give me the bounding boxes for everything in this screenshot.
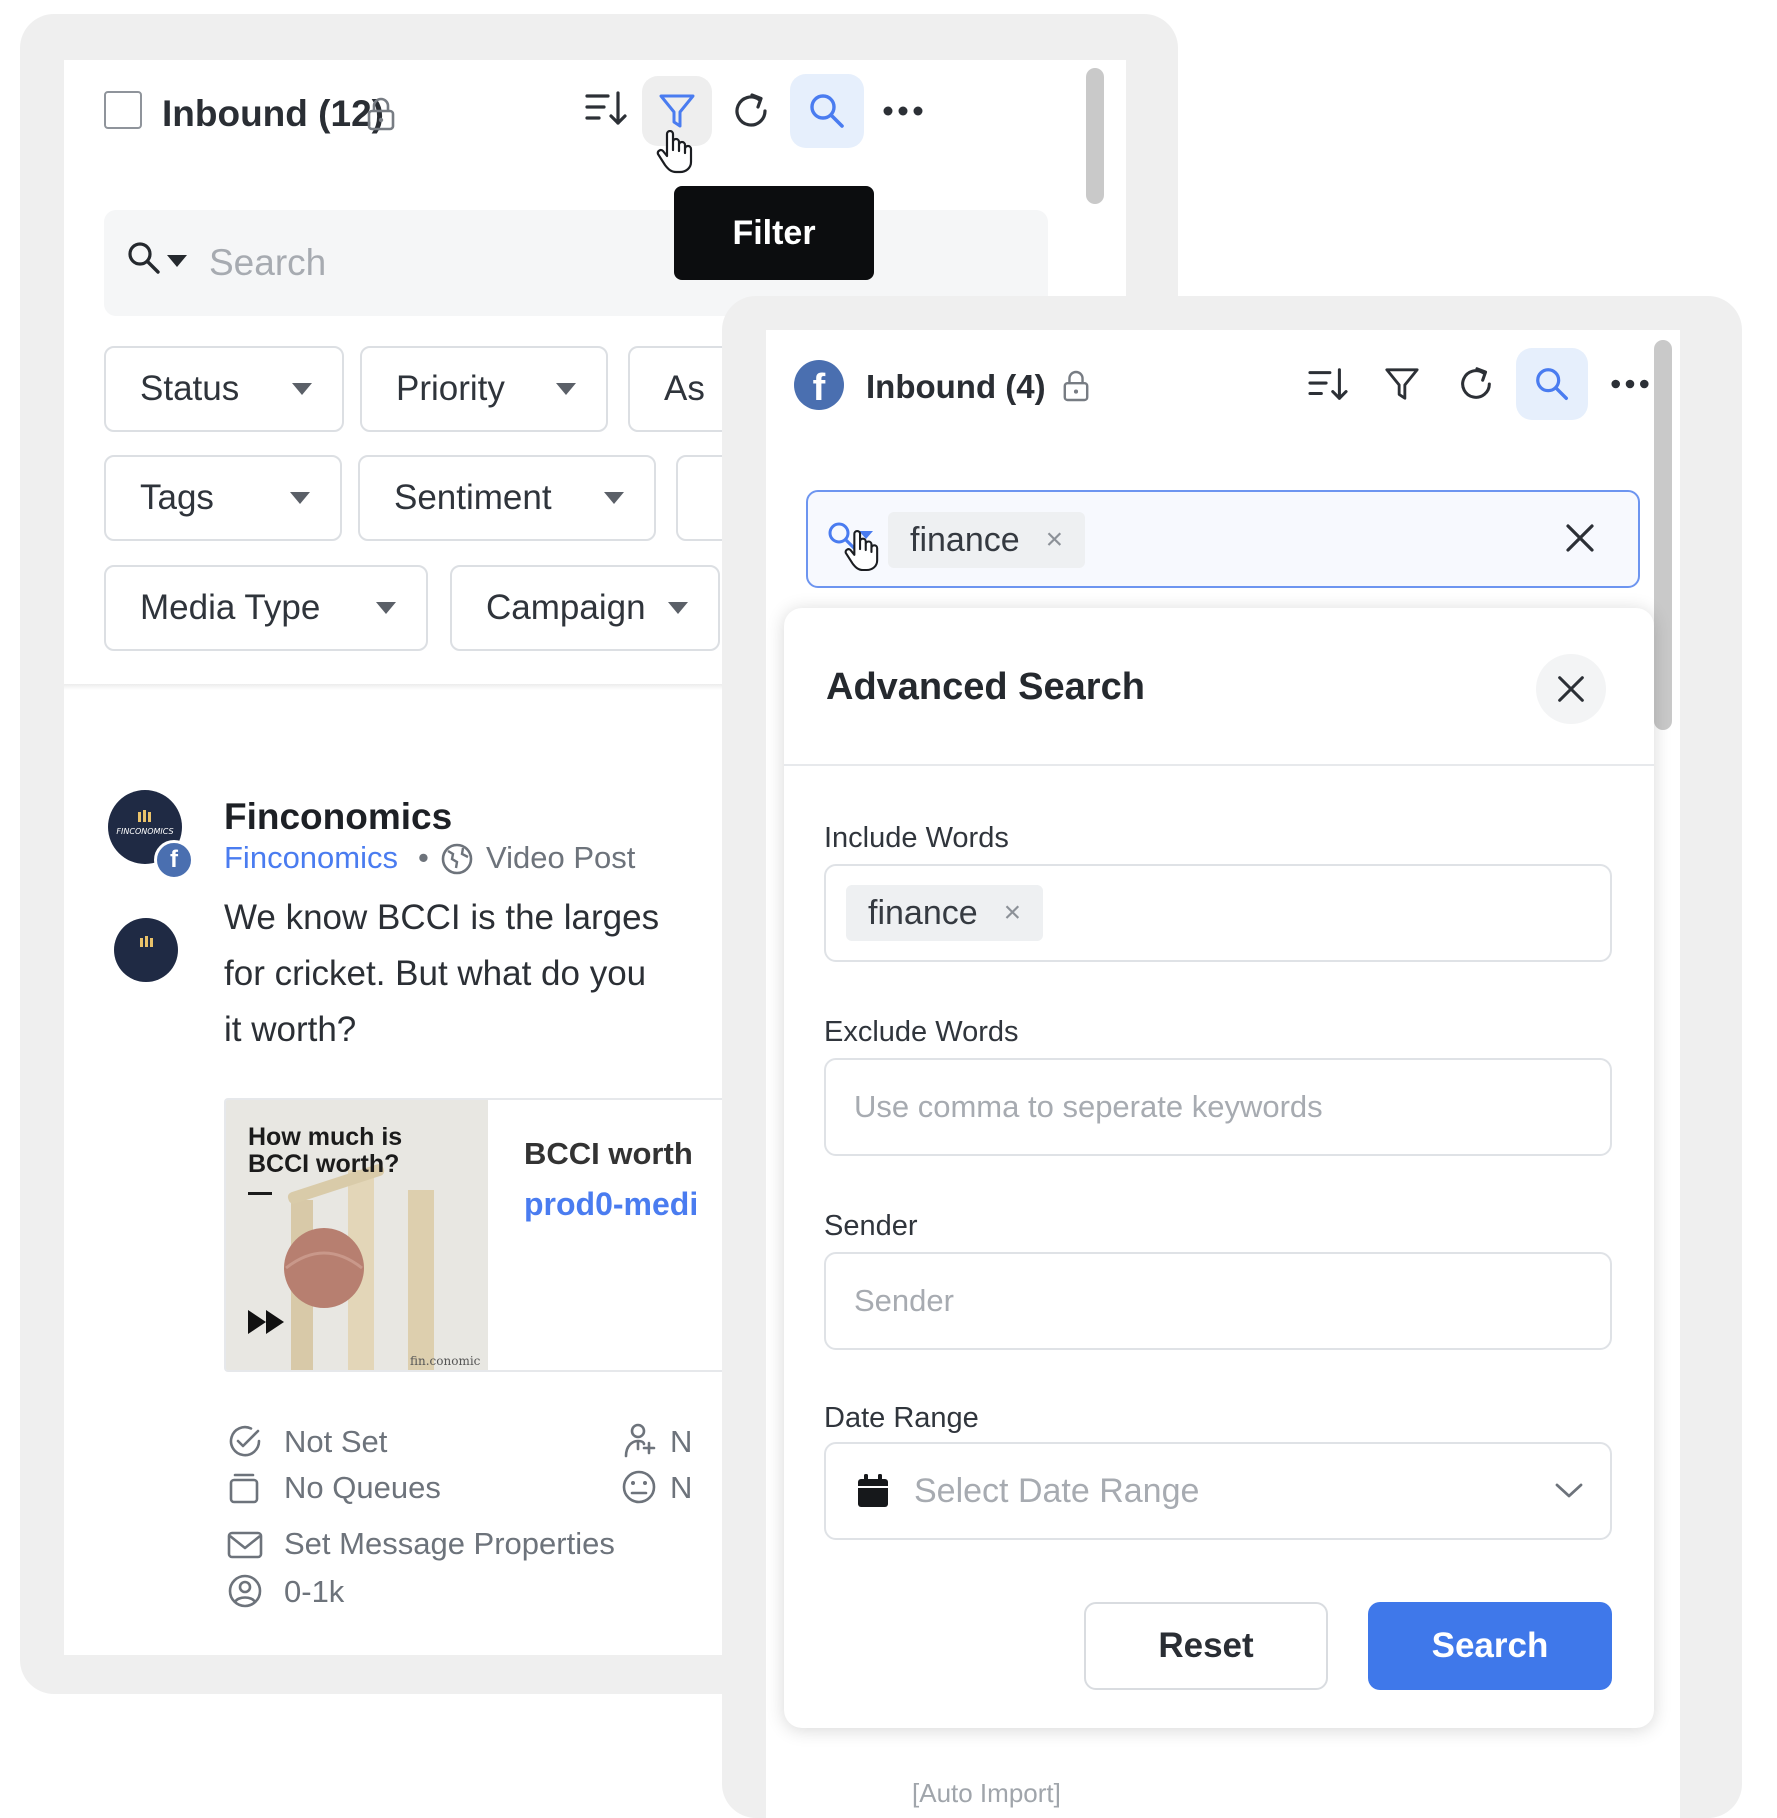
close-icon [1566, 524, 1594, 552]
select-all-checkbox[interactable] [104, 91, 142, 129]
more-icon [1611, 379, 1649, 389]
filter-chip-tags[interactable]: Tags [104, 455, 342, 541]
include-tag-finance[interactable]: finance × [846, 885, 1044, 941]
hand-cursor-icon [654, 130, 694, 174]
search-icon [126, 240, 162, 278]
followers-value: 0-1k [284, 1574, 345, 1609]
thumbnail-caption-dash [248, 1192, 272, 1195]
refresh-button[interactable] [716, 76, 786, 146]
search-button[interactable]: Search [1368, 1602, 1612, 1690]
exclude-words-input[interactable]: Use comma to seperate keywords [824, 1058, 1612, 1156]
message-properties-link[interactable]: Set Message Properties [284, 1526, 615, 1562]
link-url[interactable]: prod0-medi [524, 1186, 698, 1223]
facebook-channel-icon: f [794, 360, 844, 410]
filter-chip-priority[interactable]: Priority [360, 346, 608, 432]
filter-chip-campaign[interactable]: Campaign [450, 565, 720, 651]
refresh-button[interactable] [1444, 352, 1508, 416]
exclude-words-placeholder: Use comma to seperate keywords [854, 1089, 1323, 1124]
sort-icon [1308, 368, 1348, 400]
sender-placeholder: Sender [854, 1283, 954, 1318]
thumbnail-caption: How much is BCCI worth? [248, 1123, 403, 1178]
lock-icon [1062, 370, 1090, 402]
author-name[interactable]: Finconomics [224, 796, 452, 838]
panel-title: Inbound (4) [866, 368, 1046, 405]
post-type: Video Post [486, 840, 636, 875]
close-icon [1558, 676, 1584, 702]
search-mode-dropdown-icon[interactable] [167, 255, 187, 267]
queue-icon [226, 1470, 264, 1508]
svg-text:FINCONOMICS: FINCONOMICS [116, 827, 173, 836]
sender-label: Sender [824, 1210, 918, 1242]
search-placeholder: Search [209, 242, 327, 283]
filter-chip-status[interactable]: Status [104, 346, 344, 432]
filter-icon [1385, 368, 1419, 400]
advanced-search-title: Advanced Search [826, 666, 1145, 708]
video-thumbnail[interactable]: How much is BCCI worth? fin.conomic [226, 1100, 488, 1370]
panel-title: Inbound (12) [162, 93, 384, 134]
filter-icon [659, 94, 695, 128]
facebook-icon: f [154, 840, 194, 880]
date-range-select[interactable]: Select Date Range [824, 1442, 1612, 1540]
more-options-button[interactable] [868, 76, 938, 146]
exclude-words-label: Exclude Words [824, 1016, 1019, 1048]
search-toggle-button[interactable] [790, 74, 864, 148]
hand-cursor-icon [842, 530, 880, 572]
include-words-input[interactable]: finance × [824, 864, 1612, 962]
search-tag-finance[interactable]: finance × [888, 512, 1086, 568]
scrollbar[interactable] [1654, 340, 1672, 730]
scrollbar[interactable] [1086, 68, 1104, 204]
remove-tag-icon[interactable]: × [1046, 523, 1064, 557]
remove-tag-icon[interactable]: × [1004, 896, 1022, 930]
meta-separator: • [418, 840, 429, 875]
filter-chip-media-type[interactable]: Media Type [104, 565, 428, 651]
more-options-button[interactable] [1598, 352, 1662, 416]
advanced-search-panel: Advanced Search Include Words finance × … [784, 608, 1654, 1728]
envelope-icon [226, 1528, 264, 1562]
status-value[interactable]: Not Set [284, 1424, 387, 1460]
sentiment-value[interactable]: N [670, 1470, 692, 1506]
queues-value[interactable]: No Queues [284, 1470, 441, 1506]
sender-input[interactable]: Sender [824, 1252, 1612, 1350]
search-icon [810, 94, 844, 128]
chevron-down-icon [1554, 1482, 1584, 1500]
sort-icon [585, 91, 627, 125]
clear-search-button[interactable] [1562, 520, 1598, 556]
refresh-icon [1461, 367, 1491, 399]
search-toggle-button[interactable] [1516, 348, 1588, 420]
reset-button[interactable]: Reset [1084, 1602, 1328, 1690]
thumbnail-watermark: fin.conomic [410, 1354, 481, 1368]
account-link[interactable]: Finconomics [224, 840, 398, 876]
calendar-icon [856, 1473, 890, 1509]
include-words-label: Include Words [824, 822, 1009, 854]
more-icon [883, 106, 923, 116]
filter-button[interactable] [1370, 352, 1434, 416]
followers-icon [226, 1572, 264, 1610]
link-title: BCCI worth [524, 1136, 693, 1171]
search-icon [1536, 368, 1568, 400]
underlying-list-text: [Auto Import] [912, 1778, 1061, 1808]
filter-chip-sentiment[interactable]: Sentiment [358, 455, 656, 541]
filter-tooltip: Filter [674, 186, 874, 280]
lock-icon [366, 97, 396, 131]
assignee-icon [622, 1422, 656, 1460]
globe-icon [439, 841, 475, 877]
second-avatar [114, 918, 178, 982]
advanced-search-divider [784, 764, 1654, 766]
date-range-label: Date Range [824, 1402, 979, 1434]
sentiment-icon [620, 1468, 658, 1506]
sort-button[interactable] [1296, 352, 1360, 416]
assignee-value[interactable]: N [670, 1424, 692, 1460]
sort-button[interactable] [574, 76, 638, 140]
close-advanced-search-button[interactable] [1536, 654, 1606, 724]
refresh-icon [735, 93, 767, 127]
status-icon [226, 1422, 264, 1460]
post-text: We know BCCI is the larges for cricket. … [224, 898, 660, 1049]
date-range-placeholder: Select Date Range [914, 1471, 1200, 1510]
